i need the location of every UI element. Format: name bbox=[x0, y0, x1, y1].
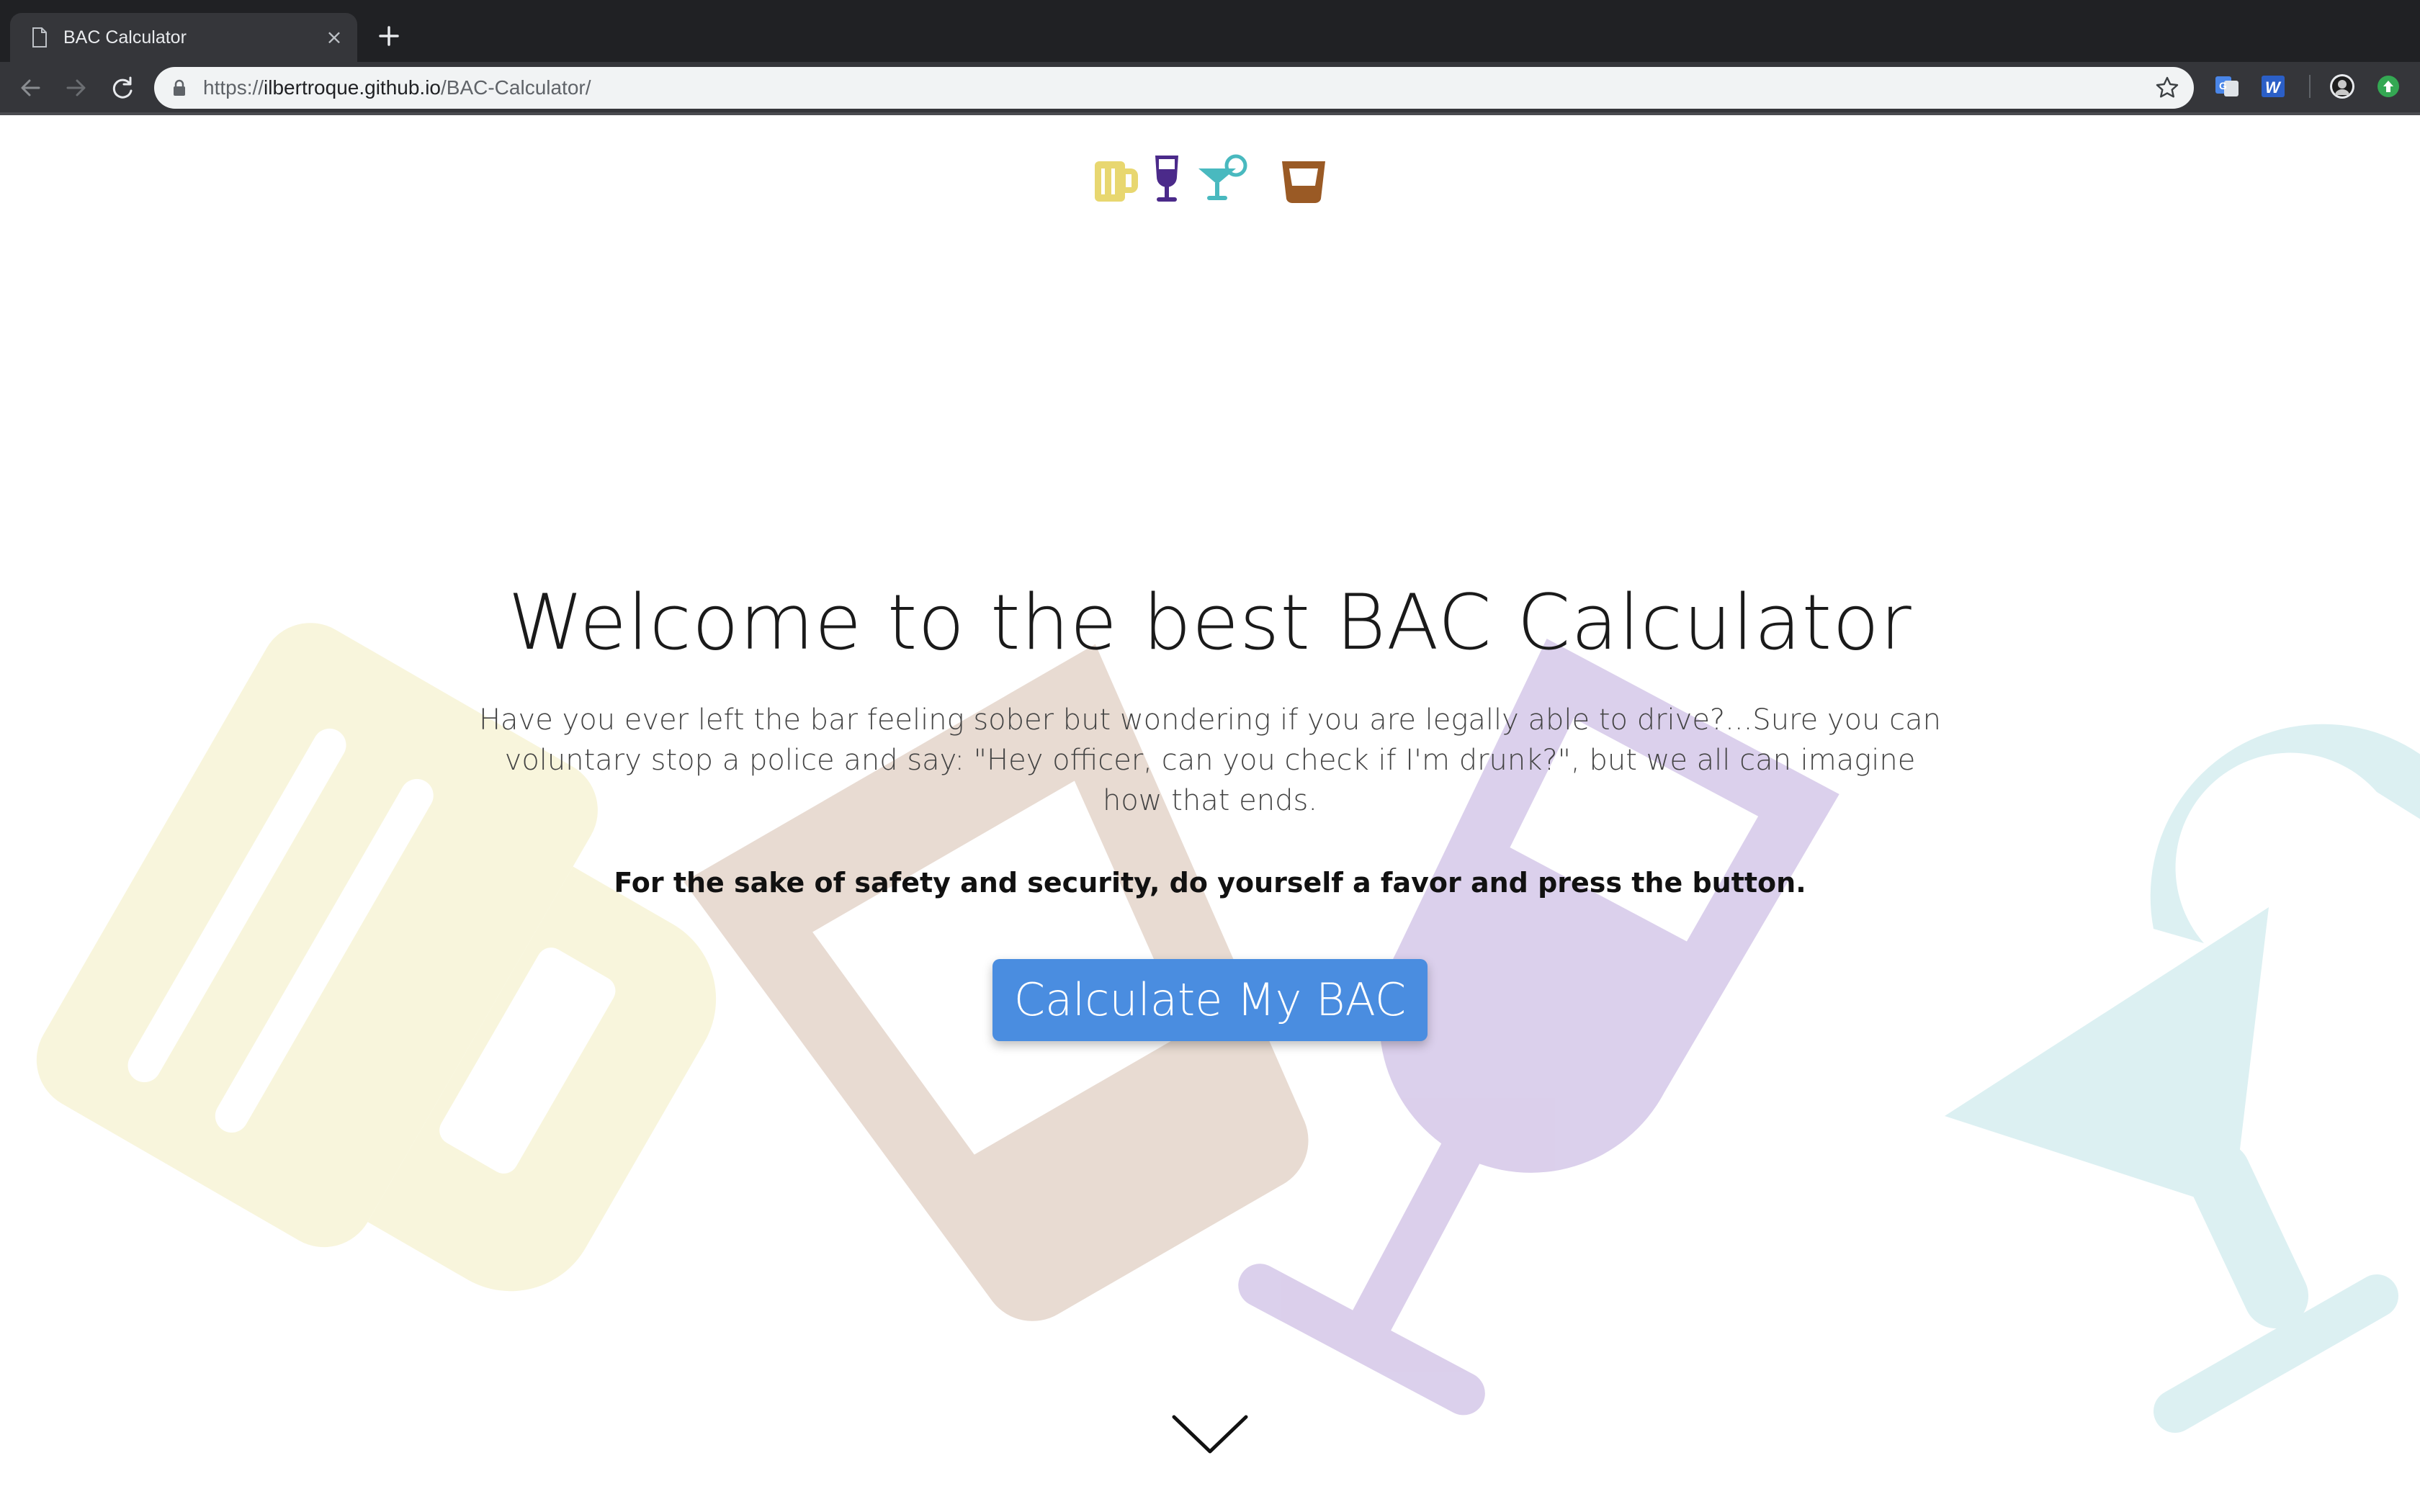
address-bar[interactable]: https://ilbertroque.github.io/BAC-Calcul… bbox=[154, 67, 2194, 109]
bookmark-star-icon[interactable] bbox=[2155, 76, 2179, 100]
background-cocktail-icon bbox=[1945, 724, 2420, 1433]
svg-text:W: W bbox=[2265, 78, 2282, 96]
back-arrow-icon[interactable] bbox=[16, 73, 45, 102]
tab-strip: BAC Calculator × bbox=[0, 0, 2420, 62]
plus-icon[interactable] bbox=[375, 22, 403, 50]
url-host: ilbertroque.github.io bbox=[264, 76, 441, 99]
svg-text:G: G bbox=[2219, 80, 2227, 91]
call-to-action-text: For the sake of safety and security, do … bbox=[614, 867, 1806, 899]
chevron-down-icon[interactable] bbox=[1170, 1411, 1250, 1457]
document-icon bbox=[32, 27, 47, 48]
wine-glass-icon bbox=[1155, 156, 1178, 202]
browser-tab[interactable]: BAC Calculator × bbox=[10, 13, 357, 62]
reload-icon[interactable] bbox=[108, 73, 137, 102]
calculate-bac-button[interactable]: Calculate My BAC bbox=[992, 959, 1428, 1041]
forward-arrow-icon[interactable] bbox=[62, 73, 91, 102]
intro-text: Have you ever left the bar feeling sober… bbox=[478, 703, 1942, 817]
profile-avatar[interactable] bbox=[2329, 73, 2355, 99]
page-title: Welcome to the best BAC Calculator bbox=[508, 578, 1912, 667]
cocktail-icon bbox=[1198, 154, 1247, 200]
whiskey-glass-icon bbox=[1282, 161, 1325, 204]
beer-mug-icon bbox=[1095, 161, 1138, 202]
url-path: /BAC-Calculator/ bbox=[441, 76, 591, 99]
tab-close-icon[interactable]: × bbox=[323, 26, 346, 49]
page-body: Welcome to the best BAC Calculator Have … bbox=[0, 115, 2420, 1512]
update-icon[interactable] bbox=[2375, 73, 2401, 99]
google-translate-icon[interactable]: G bbox=[2214, 73, 2240, 99]
tab-title: BAC Calculator bbox=[63, 27, 187, 48]
url-text: https://ilbertroque.github.io/BAC-Calcul… bbox=[203, 76, 591, 100]
header-icons bbox=[1095, 154, 1325, 204]
word-icon[interactable]: W bbox=[2260, 73, 2286, 99]
lock-icon bbox=[174, 79, 185, 96]
toolbar-separator bbox=[2309, 75, 2311, 98]
url-scheme: https:// bbox=[203, 76, 264, 99]
